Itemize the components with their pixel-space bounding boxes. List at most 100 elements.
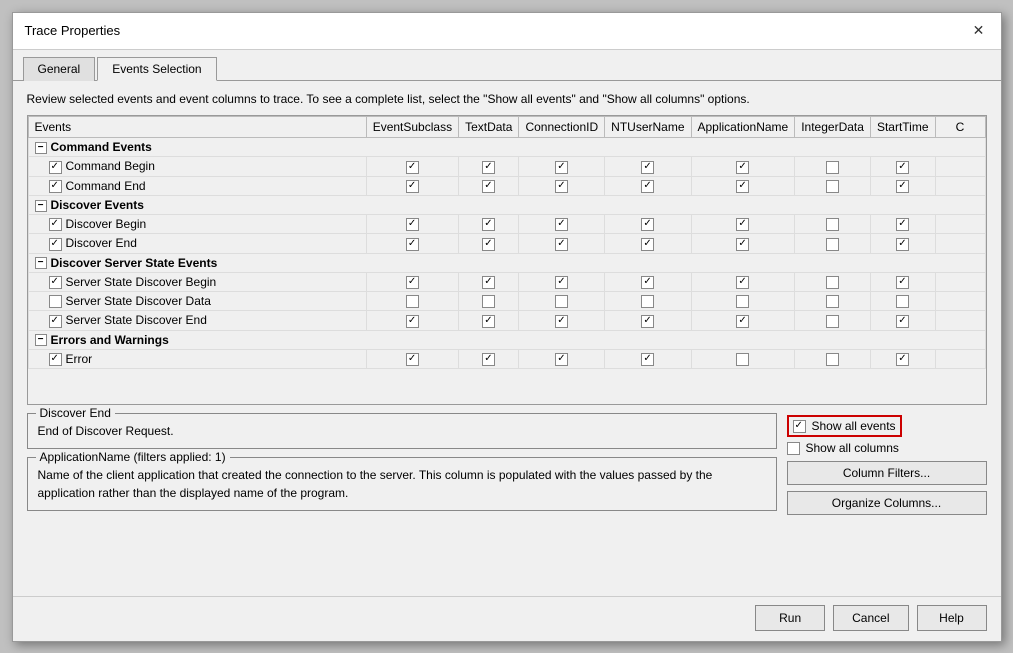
applicationname-checkbox[interactable] — [736, 276, 749, 289]
collapse-btn[interactable]: − — [35, 257, 47, 269]
collapse-btn[interactable]: − — [35, 142, 47, 154]
action-buttons: Column Filters... Organize Columns... — [787, 461, 987, 515]
help-button[interactable]: Help — [917, 605, 987, 631]
applicationname-checkbox[interactable] — [736, 295, 749, 308]
eventsubclass-checkbox[interactable] — [406, 180, 419, 193]
applicationname-checkbox[interactable] — [736, 180, 749, 193]
connectionid-checkbox[interactable] — [555, 276, 568, 289]
eventsubclass-checkbox[interactable] — [406, 315, 419, 328]
ntuserName-checkbox[interactable] — [641, 180, 654, 193]
row-select-cb[interactable] — [49, 276, 62, 289]
description-text: Review selected events and event columns… — [27, 91, 987, 108]
eventsubclass-checkbox[interactable] — [406, 295, 419, 308]
col-ntuserName: NTUserName — [605, 117, 691, 138]
textdata-checkbox[interactable] — [482, 180, 495, 193]
eventsubclass-checkbox[interactable] — [406, 218, 419, 231]
discover-end-legend: Discover End — [36, 406, 115, 420]
integerdata-checkbox[interactable] — [826, 238, 839, 251]
close-button[interactable]: ✕ — [969, 21, 989, 41]
applicationname-content: Name of the client application that crea… — [38, 466, 766, 502]
show-all-events-label: Show all events — [812, 419, 896, 433]
collapse-btn[interactable]: − — [35, 334, 47, 346]
table-row: Server State Discover End — [28, 311, 985, 330]
show-all-columns-checkbox[interactable] — [787, 442, 800, 455]
bottom-panels: Discover End End of Discover Request. Ap… — [27, 413, 987, 515]
tab-general[interactable]: General — [23, 57, 96, 81]
applicationname-checkbox[interactable] — [736, 161, 749, 174]
applicationname-checkbox[interactable] — [736, 315, 749, 328]
textdata-checkbox[interactable] — [482, 353, 495, 366]
collapse-btn[interactable]: − — [35, 200, 47, 212]
integerdata-checkbox[interactable] — [826, 161, 839, 174]
connectionid-checkbox[interactable] — [555, 353, 568, 366]
col-eventsubclass: EventSubclass — [366, 117, 458, 138]
show-all-events-checkbox[interactable] — [793, 420, 806, 433]
connectionid-checkbox[interactable] — [555, 295, 568, 308]
connectionid-checkbox[interactable] — [555, 315, 568, 328]
ntuserName-checkbox[interactable] — [641, 161, 654, 174]
starttime-checkbox[interactable] — [896, 353, 909, 366]
category-row: −Errors and Warnings — [28, 330, 985, 349]
eventsubclass-checkbox[interactable] — [406, 276, 419, 289]
starttime-checkbox[interactable] — [896, 295, 909, 308]
row-select-cb[interactable] — [49, 353, 62, 366]
applicationname-checkbox[interactable] — [736, 218, 749, 231]
row-select-cb[interactable] — [49, 295, 62, 308]
starttime-checkbox[interactable] — [896, 315, 909, 328]
textdata-checkbox[interactable] — [482, 161, 495, 174]
starttime-checkbox[interactable] — [896, 161, 909, 174]
connectionid-checkbox[interactable] — [555, 218, 568, 231]
ntuserName-checkbox[interactable] — [641, 238, 654, 251]
starttime-checkbox[interactable] — [896, 238, 909, 251]
discover-end-content: End of Discover Request. — [38, 422, 766, 440]
events-table-container[interactable]: Events EventSubclass TextData Connection… — [27, 115, 987, 405]
ntuserName-checkbox[interactable] — [641, 315, 654, 328]
integerdata-checkbox[interactable] — [826, 180, 839, 193]
ntuserName-checkbox[interactable] — [641, 218, 654, 231]
integerdata-checkbox[interactable] — [826, 315, 839, 328]
integerdata-checkbox[interactable] — [826, 276, 839, 289]
col-events: Events — [28, 117, 366, 138]
textdata-checkbox[interactable] — [482, 295, 495, 308]
textdata-checkbox[interactable] — [482, 218, 495, 231]
connectionid-checkbox[interactable] — [555, 238, 568, 251]
applicationname-checkbox[interactable] — [736, 353, 749, 366]
show-options: Show all events Show all columns — [787, 415, 902, 455]
textdata-checkbox[interactable] — [482, 276, 495, 289]
integerdata-checkbox[interactable] — [826, 218, 839, 231]
eventsubclass-checkbox[interactable] — [406, 161, 419, 174]
textdata-checkbox[interactable] — [482, 238, 495, 251]
column-filters-button[interactable]: Column Filters... — [787, 461, 987, 485]
row-select-cb[interactable] — [49, 238, 62, 251]
row-select-cb[interactable] — [49, 218, 62, 231]
ntuserName-checkbox[interactable] — [641, 353, 654, 366]
dialog-title: Trace Properties — [25, 23, 121, 38]
row-select-cb[interactable] — [49, 180, 62, 193]
run-button[interactable]: Run — [755, 605, 825, 631]
ntuserName-checkbox[interactable] — [641, 276, 654, 289]
connectionid-checkbox[interactable] — [555, 180, 568, 193]
trace-properties-dialog: Trace Properties ✕ General Events Select… — [12, 12, 1002, 642]
row-select-cb[interactable] — [49, 315, 62, 328]
starttime-checkbox[interactable] — [896, 276, 909, 289]
integerdata-checkbox[interactable] — [826, 295, 839, 308]
ntuserName-checkbox[interactable] — [641, 295, 654, 308]
organize-columns-button[interactable]: Organize Columns... — [787, 491, 987, 515]
eventsubclass-checkbox[interactable] — [406, 353, 419, 366]
cancel-button[interactable]: Cancel — [833, 605, 908, 631]
col-connectionid: ConnectionID — [519, 117, 605, 138]
show-all-columns-option[interactable]: Show all columns — [787, 441, 902, 455]
starttime-checkbox[interactable] — [896, 218, 909, 231]
tab-events-selection[interactable]: Events Selection — [97, 57, 216, 81]
show-all-events-option[interactable]: Show all events — [787, 415, 902, 437]
applicationname-checkbox[interactable] — [736, 238, 749, 251]
eventsubclass-checkbox[interactable] — [406, 238, 419, 251]
integerdata-checkbox[interactable] — [826, 353, 839, 366]
connectionid-checkbox[interactable] — [555, 161, 568, 174]
starttime-checkbox[interactable] — [896, 180, 909, 193]
textdata-checkbox[interactable] — [482, 315, 495, 328]
row-select-cb[interactable] — [49, 161, 62, 174]
col-textdata: TextData — [459, 117, 519, 138]
discover-end-panel: Discover End End of Discover Request. — [27, 413, 777, 449]
col-applicationname: ApplicationName — [691, 117, 795, 138]
